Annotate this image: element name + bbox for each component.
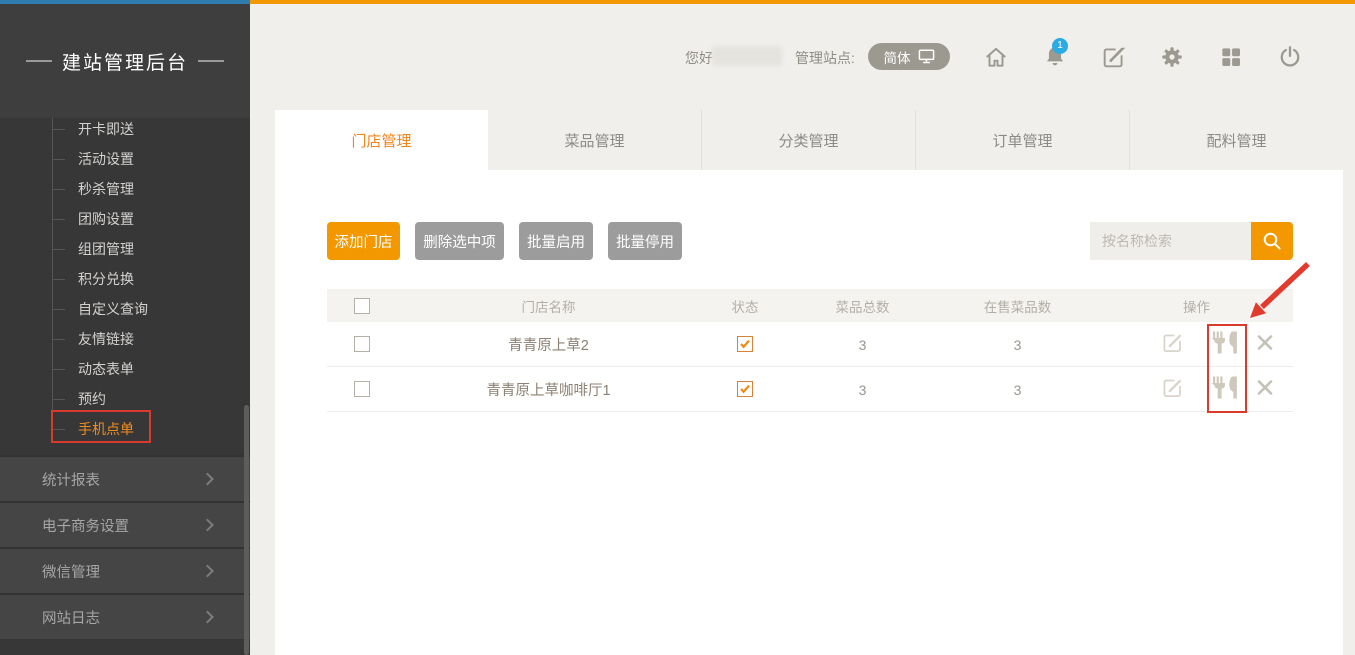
tab-dish-management[interactable]: 菜品管理 [488,110,701,170]
apps-icon[interactable] [1218,44,1244,70]
language-switch-pill[interactable]: 简体 [868,43,950,70]
greeting-text: 您好 [685,49,713,67]
page: 建站管理后台 开卡即送 活动设置 秒杀管理 团购设置 组团管理 积分兑换 自定义… [0,0,1355,655]
group-label: 统计报表 [42,469,100,490]
username-redacted [712,46,782,66]
sidebar-group-ecommerce[interactable]: 电子商务设置 [0,501,250,547]
notification-badge: 1 [1052,38,1068,54]
chevron-right-icon [201,473,214,486]
group-label: 电子商务设置 [42,515,129,536]
app-title: 建站管理后台 [62,48,188,75]
col-action: 操作 [1100,296,1293,316]
batch-disable-button[interactable]: 批量停用 [608,222,682,260]
search-icon [1261,230,1283,252]
status-checkbox-checked[interactable] [737,381,753,397]
manage-site-label: 管理站点: [795,49,855,67]
select-all-cell [327,297,397,313]
store-name: 青青原上草2 [397,334,700,355]
table-header: 门店名称 状态 菜品总数 在售菜品数 操作 [327,289,1293,322]
monitor-icon [918,49,935,64]
logo-dash-left [26,60,52,62]
col-dish-on-sale: 在售菜品数 [935,296,1100,316]
edit-store-icon[interactable] [1161,375,1185,404]
chevron-right-icon [201,519,214,532]
col-status: 状态 [700,296,790,316]
tab-store-management[interactable]: 门店管理 [275,110,488,170]
gear-icon[interactable] [1159,44,1185,70]
group-label: 网站日志 [42,607,100,628]
sidebar-item-open-card-gift[interactable]: 开卡即送 [0,114,250,144]
sidebar-item-activity-settings[interactable]: 活动设置 [0,144,250,174]
dish-on-sale-value: 3 [935,382,1100,398]
group-label: 微信管理 [42,561,100,582]
sidebar-group-wechat[interactable]: 微信管理 [0,547,250,593]
sidebar-group-statistics[interactable]: 统计报表 [0,455,250,501]
row-checkbox[interactable] [354,381,370,397]
tab-category-management[interactable]: 分类管理 [701,110,915,170]
chevron-right-icon [201,611,214,624]
sidebar-item-group-buy[interactable]: 团购设置 [0,204,250,234]
tab-ingredient-management[interactable]: 配料管理 [1129,110,1343,170]
row-checkbox[interactable] [354,336,370,352]
search-input[interactable] [1090,222,1251,260]
annotation-highlight-box [1207,324,1247,413]
search-button[interactable] [1251,222,1293,260]
sidebar-group-site-logs[interactable]: 网站日志 [0,593,250,639]
dish-total-value: 3 [790,337,935,353]
app-logo: 建站管理后台 [0,4,250,118]
delete-selected-button[interactable]: 删除选中项 [415,222,504,260]
logo-dash-right [198,60,224,62]
edit-store-icon[interactable] [1161,330,1185,359]
delete-store-icon[interactable] [1255,332,1275,357]
dish-on-sale-value: 3 [935,337,1100,353]
sidebar-scrollbar[interactable] [244,405,249,655]
power-icon[interactable] [1277,44,1303,70]
sidebar-item-dynamic-forms[interactable]: 动态表单 [0,354,250,384]
compose-icon[interactable] [1101,44,1127,70]
sidebar-item-group-mgmt[interactable]: 组团管理 [0,234,250,264]
tab-order-management[interactable]: 订单管理 [915,110,1129,170]
store-name: 青青原上草咖啡厅1 [397,379,700,400]
sidebar-item-custom-query[interactable]: 自定义查询 [0,294,250,324]
tab-bar: 门店管理 菜品管理 分类管理 订单管理 配料管理 [275,110,1343,170]
add-store-button[interactable]: 添加门店 [327,222,400,260]
sidebar-groups: 统计报表 电子商务设置 微信管理 网站日志 [0,455,250,639]
home-icon[interactable] [983,44,1009,70]
col-store-name: 门店名称 [397,296,700,316]
table-row: 青青原上草2 3 3 [327,322,1293,367]
sidebar-item-flash-sale[interactable]: 秒杀管理 [0,174,250,204]
sidebar: 建站管理后台 开卡即送 活动设置 秒杀管理 团购设置 组团管理 积分兑换 自定义… [0,4,250,655]
status-checkbox-checked[interactable] [737,336,753,352]
batch-enable-button[interactable]: 批量启用 [519,222,593,260]
sidebar-item-friend-links[interactable]: 友情链接 [0,324,250,354]
select-all-checkbox[interactable] [354,298,370,314]
table-row: 青青原上草咖啡厅1 3 3 [327,367,1293,412]
language-label: 简体 [884,47,911,67]
sidebar-highlight-box [51,410,151,443]
sidebar-item-points-exchange[interactable]: 积分兑换 [0,264,250,294]
content-accent-bar [250,0,1355,4]
sidebar-submenu: 开卡即送 活动设置 秒杀管理 团购设置 组团管理 积分兑换 自定义查询 友情链接… [0,114,250,444]
dish-total-value: 3 [790,382,935,398]
chevron-right-icon [201,565,214,578]
col-dish-total: 菜品总数 [790,296,935,316]
delete-store-icon[interactable] [1255,377,1275,402]
